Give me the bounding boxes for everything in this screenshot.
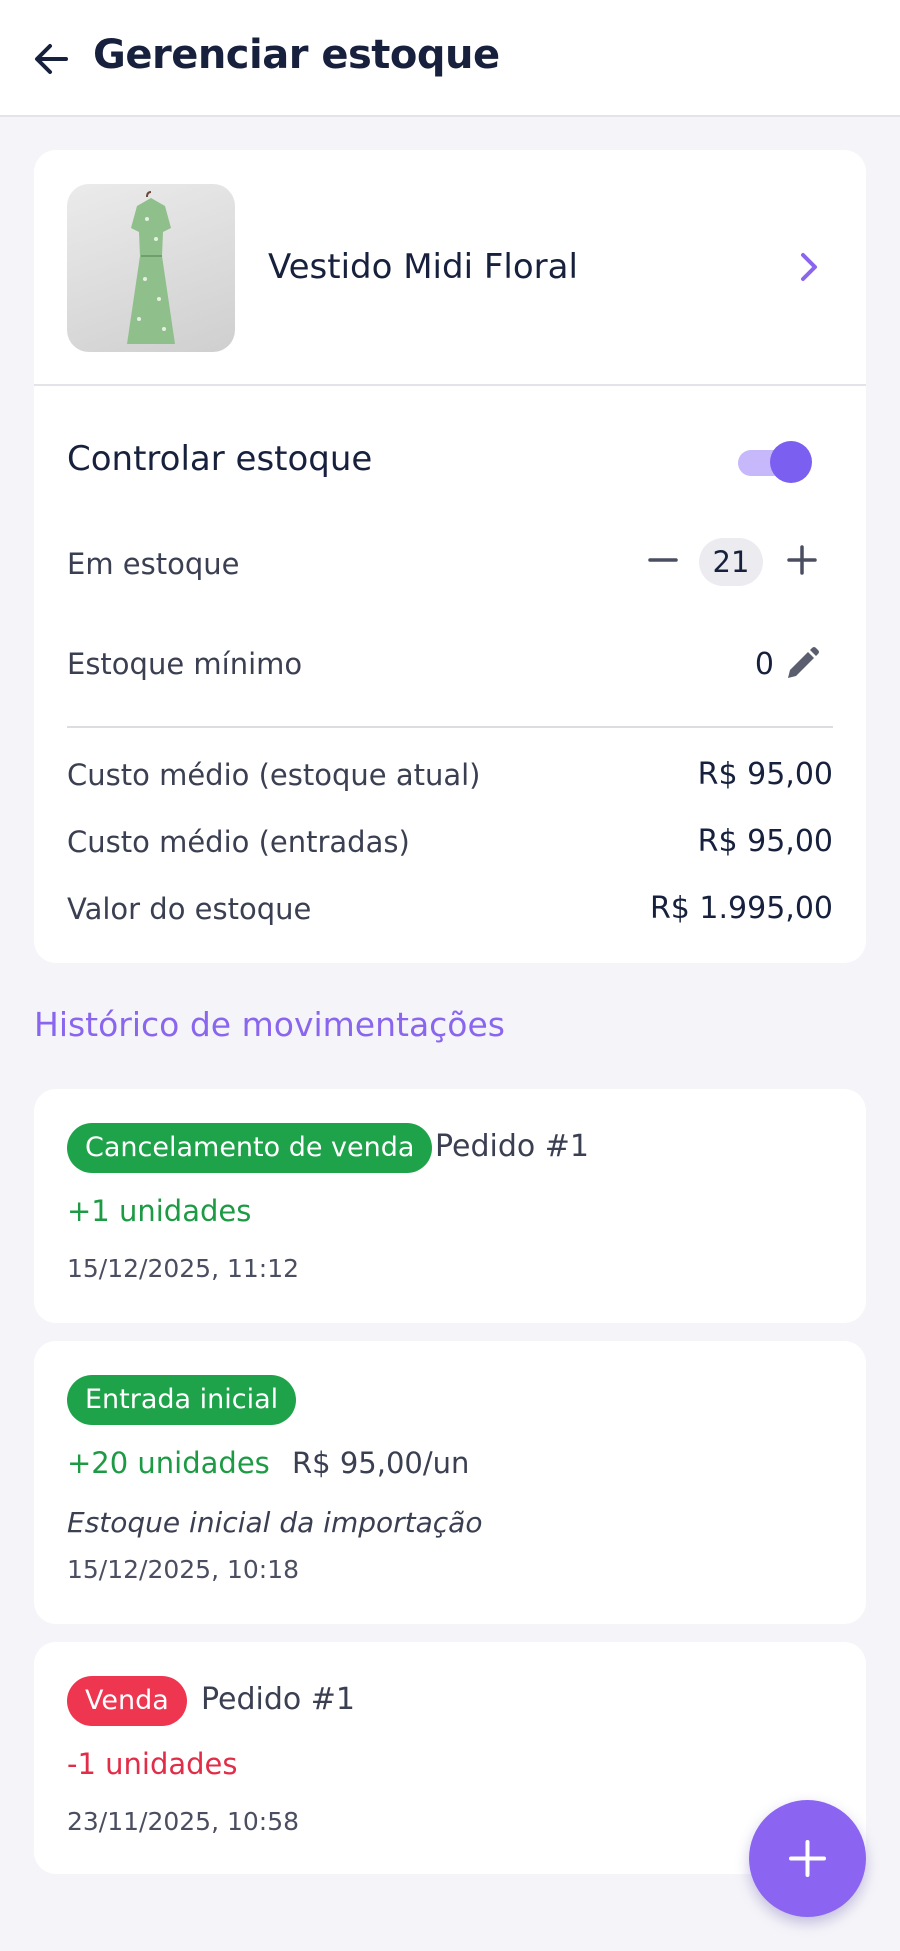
order-reference: Pedido #1 (435, 1129, 590, 1164)
increment-button[interactable] (782, 540, 822, 580)
movement-badge: Cancelamento de venda (67, 1123, 433, 1173)
movement-badge: Entrada inicial (67, 1375, 297, 1425)
stock-quantity-input[interactable]: 21 (699, 538, 763, 586)
page-title: Gerenciar estoque (93, 32, 500, 78)
plus-icon (787, 545, 817, 575)
avg-cost-current-value: R$ 95,00 (697, 757, 833, 792)
min-stock-label: Estoque mínimo (67, 647, 303, 681)
product-image (67, 184, 235, 352)
back-button[interactable] (30, 38, 72, 80)
list-item[interactable]: Cancelamento de venda Pedido #1 +1 unida… (34, 1089, 866, 1323)
product-name: Vestido Midi Floral (268, 247, 578, 287)
avg-cost-current-label: Custo médio (estoque atual) (67, 758, 481, 792)
history-title: Histórico de movimentações (34, 1005, 505, 1044)
list-item[interactable]: Entrada inicial +20 unidades R$ 95,00/un… (34, 1341, 866, 1624)
movement-quantity: -1 unidades (67, 1747, 238, 1781)
movement-badge: Venda (67, 1676, 187, 1726)
arrow-left-icon (35, 44, 68, 74)
decrement-button[interactable] (643, 540, 683, 580)
chevron-right-icon (801, 253, 817, 281)
in-stock-label: Em estoque (67, 547, 240, 581)
avg-cost-entries-label: Custo médio (entradas) (67, 825, 410, 859)
stock-value-label: Valor do estoque (67, 892, 312, 926)
stock-card: Vestido Midi Floral Controlar estoque Em… (34, 150, 866, 963)
edit-min-stock-button[interactable] (782, 644, 822, 684)
divider (67, 726, 833, 728)
control-stock-label: Controlar estoque (67, 439, 373, 479)
stock-value-value: R$ 1.995,00 (649, 891, 833, 926)
order-reference: Pedido #1 (201, 1682, 356, 1717)
list-item[interactable]: Venda Pedido #1 -1 unidades 23/11/2025, … (34, 1642, 866, 1874)
movement-date: 15/12/2025, 11:12 (67, 1254, 300, 1283)
plus-icon (789, 1840, 826, 1877)
movement-quantity: +1 unidades (67, 1194, 252, 1228)
movement-quantity: +20 unidades (67, 1446, 270, 1480)
product-row[interactable]: Vestido Midi Floral (34, 150, 866, 386)
add-movement-button[interactable] (749, 1800, 866, 1917)
minus-icon (648, 558, 678, 562)
movement-date: 23/11/2025, 10:58 (67, 1807, 300, 1836)
control-stock-toggle[interactable] (736, 440, 814, 484)
movement-note: Estoque inicial da importação (67, 1506, 483, 1539)
min-stock-value: 0 (754, 647, 774, 682)
movement-date: 15/12/2025, 10:18 (67, 1555, 300, 1584)
avg-cost-entries-value: R$ 95,00 (697, 824, 833, 859)
pencil-icon (788, 647, 819, 678)
movement-unit-cost: R$ 95,00/un (292, 1446, 470, 1480)
app-bar: Gerenciar estoque (0, 0, 900, 117)
